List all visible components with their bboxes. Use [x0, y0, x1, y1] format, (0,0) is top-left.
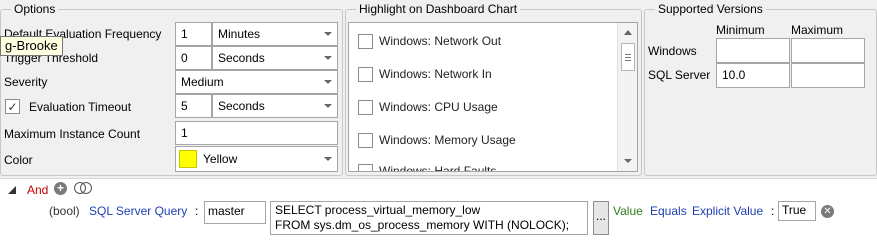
explicit-value-input[interactable]: True: [778, 201, 816, 221]
collapse-triangle-icon[interactable]: [8, 186, 16, 194]
query-line-2: FROM sys.dm_os_process_memory WITH (NOLO…: [275, 218, 570, 232]
color-select[interactable]: Yellow: [175, 146, 338, 172]
timeout-label: Evaluation Timeout: [29, 100, 132, 114]
timeout-unit-select[interactable]: Seconds: [212, 94, 338, 118]
windows-min-input[interactable]: [716, 38, 790, 63]
color-value: Yellow: [203, 152, 238, 166]
source-colon: :: [195, 204, 199, 218]
severity-value: Medium: [181, 75, 224, 89]
explicit-colon: :: [771, 204, 775, 218]
list-item-label: Windows: CPU Usage: [379, 100, 498, 114]
frequency-unit-select[interactable]: Minutes: [212, 22, 338, 46]
threshold-unit-select[interactable]: Seconds: [212, 46, 338, 70]
highlight-list[interactable]: Windows: Network Out Windows: Network In…: [348, 22, 638, 172]
list-item-label: Windows: Network Out: [379, 34, 502, 48]
chevron-down-icon: [319, 23, 337, 45]
checkmark-icon: ✓: [7, 99, 18, 114]
condition-editor: And + (bool) SQL Server Query : master S…: [0, 178, 877, 241]
versions-row-label-windows: Windows: [648, 44, 697, 58]
timeout-value-input[interactable]: 5: [175, 94, 212, 118]
and-operator[interactable]: And: [27, 183, 48, 197]
timeout-checkbox[interactable]: ✓: [5, 99, 20, 114]
database-input[interactable]: master: [204, 201, 266, 224]
checkbox[interactable]: [358, 99, 373, 115]
highlight-legend: Highlight on Dashboard Chart: [356, 2, 521, 16]
max-instances-input[interactable]: 1: [175, 121, 338, 145]
comparison-link[interactable]: Equals: [650, 204, 687, 218]
vertical-scrollbar[interactable]: [617, 23, 637, 171]
list-item[interactable]: Windows: CPU Usage: [358, 97, 498, 117]
query-browse-button[interactable]: ...: [593, 201, 609, 235]
versions-col-minimum: Minimum: [716, 23, 765, 37]
versions-legend: Supported Versions: [655, 2, 766, 16]
chevron-down-icon: [319, 147, 337, 171]
value-word[interactable]: Value: [613, 204, 643, 218]
scroll-thumb[interactable]: [621, 43, 635, 71]
versions-row-label-sqlserver: SQL Server: [648, 68, 711, 82]
add-icon[interactable]: +: [54, 182, 67, 195]
severity-select[interactable]: Medium: [175, 70, 338, 94]
list-item[interactable]: Windows: Network In: [358, 64, 492, 84]
chevron-down-icon: [319, 71, 337, 93]
explicit-value-link[interactable]: Explicit Value: [692, 204, 763, 218]
scroll-up-icon[interactable]: [618, 26, 637, 38]
sqlserver-min-input[interactable]: 10.0: [716, 63, 790, 88]
color-swatch: [179, 150, 197, 168]
source-link[interactable]: SQL Server Query: [89, 204, 187, 218]
type-prefix: (bool): [49, 204, 80, 218]
tooltip: g-Brooke: [0, 36, 63, 56]
list-item-label: Windows: Memory Usage: [379, 133, 516, 147]
query-textarea[interactable]: SELECT process_virtual_memory_low FROM s…: [270, 201, 588, 235]
list-item-label: Windows: Network In: [379, 67, 492, 81]
list-item-label: Windows: Hard Faults: [379, 164, 497, 172]
threshold-unit-value: Seconds: [218, 51, 265, 65]
chevron-down-icon: [319, 95, 337, 117]
frequency-value-input[interactable]: 1: [175, 22, 212, 46]
checkbox[interactable]: [358, 163, 373, 171]
timeout-unit-value: Seconds: [218, 99, 265, 113]
options-legend: Options: [11, 2, 59, 16]
frequency-unit-value: Minutes: [218, 27, 261, 41]
max-instances-label: Maximum Instance Count: [4, 127, 141, 141]
checkbox[interactable]: [358, 132, 373, 148]
list-item[interactable]: Windows: Network Out: [358, 31, 501, 51]
threshold-value-input[interactable]: 0: [175, 46, 212, 70]
group-icon[interactable]: [74, 182, 92, 195]
list-item[interactable]: Windows: Memory Usage: [358, 130, 516, 150]
remove-icon[interactable]: ✕: [821, 205, 834, 218]
versions-col-maximum: Maximum: [791, 23, 844, 37]
windows-max-input[interactable]: [791, 38, 865, 63]
color-label: Color: [4, 153, 33, 167]
checkbox[interactable]: [358, 33, 373, 49]
sqlserver-max-input[interactable]: [791, 63, 865, 88]
severity-label: Severity: [4, 75, 48, 89]
list-item[interactable]: Windows: Hard Faults: [358, 161, 497, 172]
chevron-down-icon: [319, 47, 337, 69]
query-line-1: SELECT process_virtual_memory_low: [275, 203, 481, 217]
scroll-down-icon[interactable]: [618, 155, 637, 167]
checkbox[interactable]: [358, 66, 373, 82]
